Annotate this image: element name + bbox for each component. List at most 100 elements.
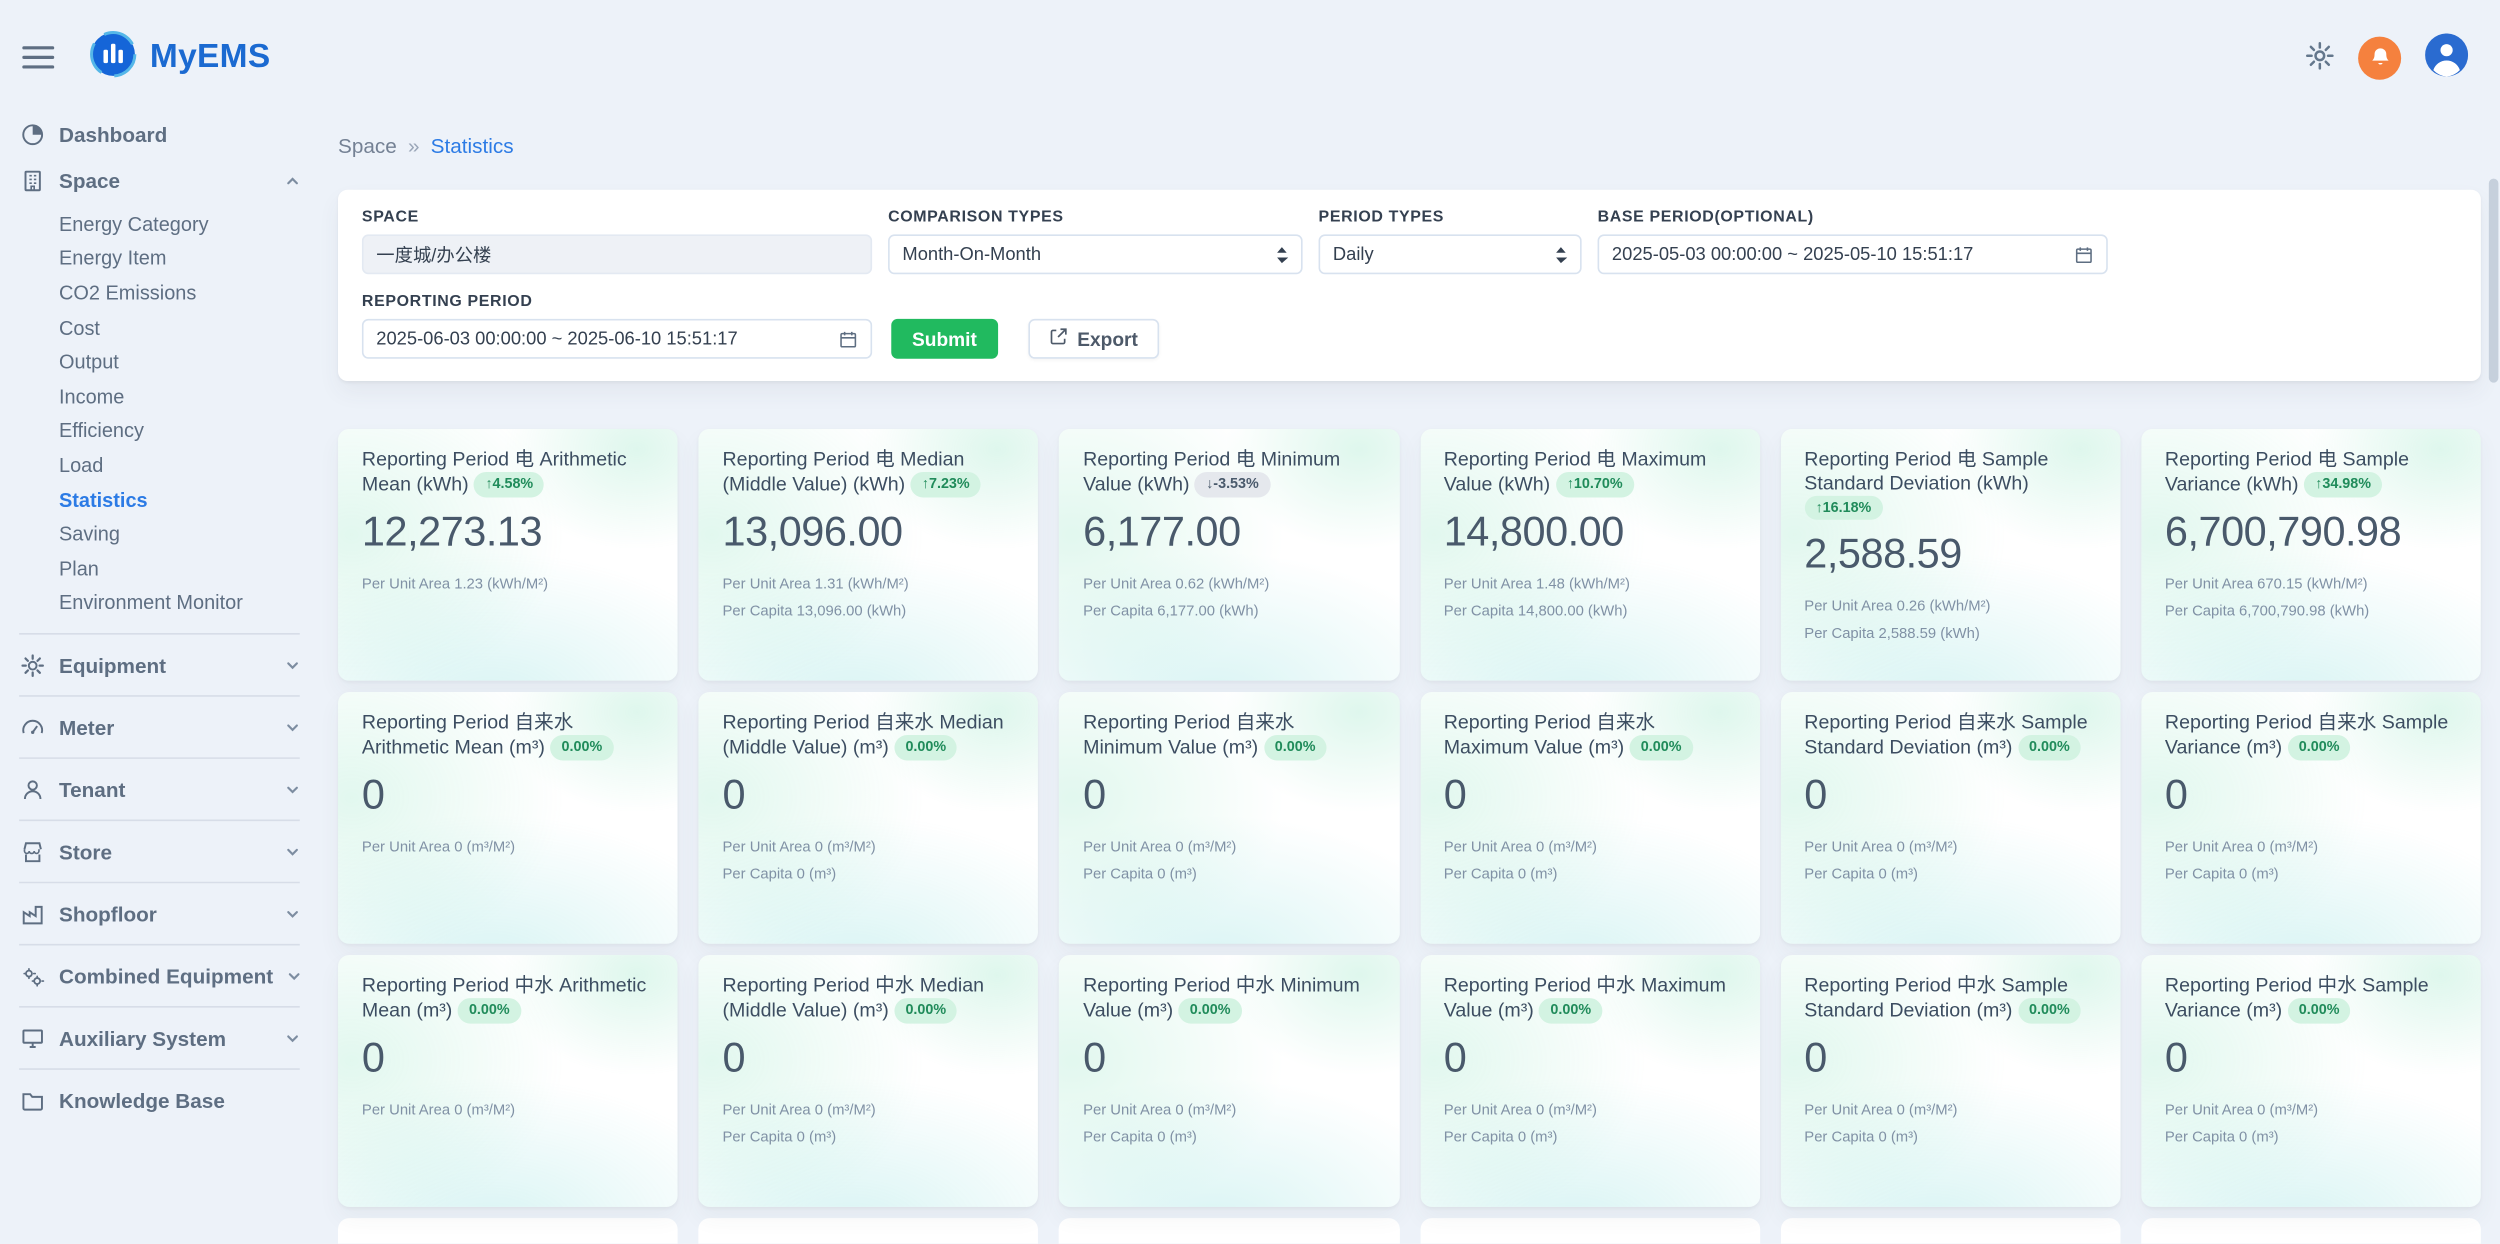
sidebar-divider <box>19 882 300 884</box>
trend-badge: 0.00% <box>2018 998 2081 1023</box>
chevron-down-icon <box>288 969 302 983</box>
card-sublines: Per Unit Area 0.62 (kWh/M²)Per Capita 6,… <box>1083 570 1375 624</box>
export-icon <box>1049 327 1068 351</box>
scrollbar-thumb[interactable] <box>2489 179 2499 383</box>
sidebar-item-store[interactable]: Store <box>19 832 300 870</box>
card-subline: Per Capita 13,096.00 (kWh) <box>723 597 1015 624</box>
period-types-select[interactable]: Daily <box>1319 234 1582 274</box>
card-title: Reporting Period 中水 Median (Middle Value… <box>723 974 1015 1023</box>
trend-badge: 0.00% <box>2018 735 2081 760</box>
sidebar-item-label: Tenant <box>59 777 125 801</box>
card-subline: Per Unit Area 0 (m³/M²) <box>723 1096 1015 1123</box>
sidebar-item-meter[interactable]: Meter <box>19 708 300 746</box>
sidebar-subitem-load[interactable]: Load <box>59 448 300 482</box>
card-title: Reporting Period 中水 Arithmetic Mean (m³)… <box>362 974 654 1023</box>
comparison-types-select[interactable]: Month-On-Month <box>888 234 1303 274</box>
gear-icon <box>2305 41 2334 74</box>
sidebar-subitem-cost[interactable]: Cost <box>59 311 300 345</box>
card-subline: Per Unit Area 0 (m³/M²) <box>2165 1096 2457 1123</box>
sidebar: Dashboard Space Energy CategoryEnergy Item… <box>0 112 319 1244</box>
hamburger-menu-button[interactable] <box>22 46 54 68</box>
stat-card: Reporting Period 中水 Median (Middle Value… <box>699 955 1039 1207</box>
sidebar-submenu: Energy CategoryEnergy ItemCO2 EmissionsC… <box>59 207 300 620</box>
sidebar-subitem-efficiency[interactable]: Efficiency <box>59 414 300 448</box>
sidebar-item-equipment[interactable]: Equipment <box>19 646 300 684</box>
card-subline: Per Unit Area 0 (m³/M²) <box>1083 833 1375 860</box>
settings-gear-button[interactable] <box>2305 41 2334 74</box>
sidebar-subitem-energy-item[interactable]: Energy Item <box>59 242 300 276</box>
card-subline: Per Unit Area 670.15 (kWh/M²) <box>2165 570 2457 597</box>
sidebar-divider <box>19 633 300 635</box>
sidebar-divider <box>19 944 300 946</box>
export-button-label: Export <box>1077 328 1138 350</box>
sidebar-item-combined-equipment[interactable]: Combined Equipment <box>19 957 300 995</box>
card-sublines: Per Unit Area 0 (m³/M²)Per Capita 0 (m³) <box>2165 833 2457 887</box>
card-title: Reporting Period 自来水 Arithmetic Mean (m³… <box>362 711 654 760</box>
sidebar-subitem-income[interactable]: Income <box>59 379 300 413</box>
card-subline: Per Unit Area 0 (m³/M²) <box>723 833 1015 860</box>
filter-panel: SPACE COMPARISON TYPES Month-On-Month <box>338 190 2481 381</box>
card-subline: Per Unit Area 0 (m³/M²) <box>1083 1096 1375 1123</box>
card-subline: Per Unit Area 0 (m³/M²) <box>1444 833 1736 860</box>
chevron-down-icon <box>285 1031 299 1045</box>
card-value: 14,800.00 <box>1444 506 1736 555</box>
sidebar-item-tenant[interactable]: Tenant <box>19 770 300 808</box>
sidebar-divider <box>19 758 300 760</box>
sidebar-item-knowledge-base[interactable]: Knowledge Base <box>19 1081 300 1119</box>
stat-card: Reporting Period 自来水 Sample Standard Dev… <box>1780 692 2120 944</box>
next-cards-row-partial <box>338 1218 2481 1244</box>
sidebar-item-label: Combined Equipment <box>59 964 273 988</box>
card-sublines: Per Unit Area 0 (m³/M²)Per Capita 0 (m³) <box>1083 1096 1375 1150</box>
card-subline: Per Capita 0 (m³) <box>2165 860 2457 887</box>
tachometer-icon <box>19 714 45 740</box>
sidebar-item-label: Dashboard <box>59 122 167 146</box>
card-value: 6,177.00 <box>1083 506 1375 555</box>
sidebar-subitem-plan[interactable]: Plan <box>59 552 300 586</box>
sidebar-subitem-environment-monitor[interactable]: Environment Monitor <box>59 586 300 620</box>
export-button[interactable]: Export <box>1028 319 1159 359</box>
notifications-bell-button[interactable] <box>2358 36 2401 79</box>
sidebar-subitem-co2-emissions[interactable]: CO2 Emissions <box>59 276 300 310</box>
trend-badge: ↑4.58% <box>474 472 544 497</box>
user-avatar-button[interactable] <box>2425 33 2468 81</box>
sidebar-subitem-output[interactable]: Output <box>59 345 300 379</box>
submit-button[interactable]: Submit <box>891 319 997 359</box>
sidebar-subitem-statistics[interactable]: Statistics <box>59 483 300 517</box>
reporting-period-input[interactable] <box>376 329 829 348</box>
gears-icon <box>19 963 45 989</box>
sidebar-item-label: Knowledge Base <box>59 1088 225 1112</box>
trend-badge: 0.00% <box>550 735 613 760</box>
trend-badge: 0.00% <box>1630 735 1693 760</box>
space-label: SPACE <box>362 209 872 227</box>
app-root: MyEMS <box>0 0 2500 1244</box>
stat-card: Reporting Period 电 Minimum Value (kWh) ↓… <box>1059 429 1399 681</box>
sidebar-item-auxiliary-system[interactable]: Auxiliary System <box>19 1019 300 1057</box>
sidebar-item-shopfloor[interactable]: Shopfloor <box>19 895 300 933</box>
card-title: Reporting Period 电 Arithmetic Mean (kWh)… <box>362 448 654 497</box>
next-row-card-partial <box>699 1218 1039 1244</box>
breadcrumb-statistics-current[interactable]: Statistics <box>431 134 514 158</box>
card-value: 0 <box>1804 769 2096 818</box>
card-sublines: Per Unit Area 0 (m³/M²)Per Capita 0 (m³) <box>723 833 1015 887</box>
sidebar-subitem-energy-category[interactable]: Energy Category <box>59 207 300 241</box>
brand-logo[interactable]: MyEMS <box>89 29 270 85</box>
sidebar-item-dashboard[interactable]: Dashboard <box>19 115 300 153</box>
sidebar-subitem-saving[interactable]: Saving <box>59 517 300 551</box>
top-navbar: MyEMS <box>0 0 2500 115</box>
space-input[interactable] <box>376 245 858 264</box>
next-row-card-partial <box>1780 1218 2120 1244</box>
card-value: 0 <box>2165 769 2457 818</box>
stat-card: Reporting Period 中水 Minimum Value (m³) 0… <box>1059 955 1399 1207</box>
base-period-field: BASE PERIOD(OPTIONAL) <box>1598 209 2108 274</box>
sidebar-item-space[interactable]: Space <box>19 161 300 199</box>
sidebar-divider <box>19 1006 300 1008</box>
card-sublines: Per Unit Area 0.26 (kWh/M²)Per Capita 2,… <box>1804 594 2096 648</box>
card-sublines: Per Unit Area 0 (m³/M²)Per Capita 0 (m³) <box>1083 833 1375 887</box>
base-period-input[interactable] <box>1612 245 2065 264</box>
card-subline: Per Capita 2,588.59 (kWh) <box>1804 621 2096 648</box>
trend-badge: ↓-3.53% <box>1195 472 1270 497</box>
breadcrumb-space-link[interactable]: Space <box>338 134 397 158</box>
base-period-label: BASE PERIOD(OPTIONAL) <box>1598 209 2108 227</box>
card-value: 0 <box>2165 1032 2457 1081</box>
main-content: Space»Statistics SPACE COMPARISON TYPES … <box>338 115 2481 1244</box>
